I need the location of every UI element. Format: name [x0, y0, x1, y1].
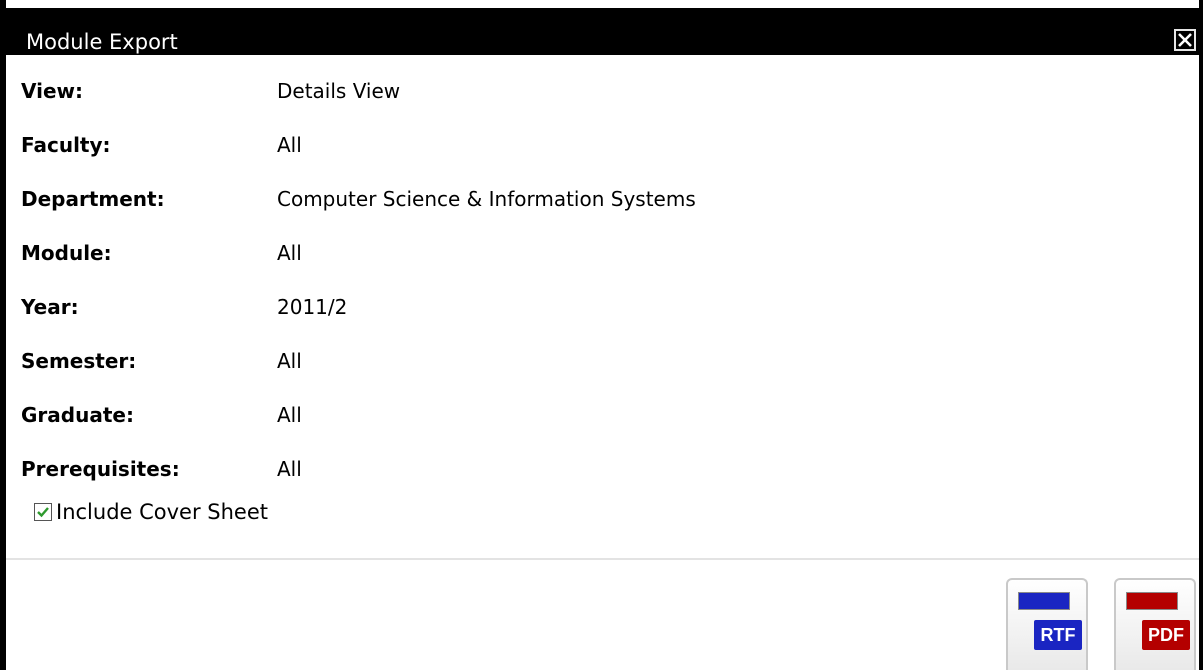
- title-bar-top-strip: [6, 0, 1199, 8]
- field-row-prerequisites: Prerequisites: All: [21, 442, 1121, 496]
- field-value: All: [277, 241, 302, 265]
- rtf-document-bar-icon: [1018, 592, 1070, 610]
- field-value: All: [277, 403, 302, 427]
- include-cover-sheet-option[interactable]: Include Cover Sheet: [34, 500, 268, 524]
- export-settings-list: View: Details View Faculty: All Departme…: [21, 64, 1121, 496]
- title-bar: Module Export: [6, 0, 1199, 55]
- field-label: Semester:: [21, 349, 137, 373]
- pdf-icon: PDF: [1142, 620, 1190, 650]
- export-pdf-button[interactable]: PDF: [1114, 578, 1196, 670]
- dialog-title: Module Export: [26, 30, 178, 54]
- field-label: Year:: [21, 295, 79, 319]
- close-button[interactable]: [1174, 29, 1196, 51]
- field-label: Faculty:: [21, 133, 111, 157]
- field-value: Computer Science & Information Systems: [277, 187, 696, 211]
- close-icon: [1178, 33, 1192, 47]
- field-row-department: Department: Computer Science & Informati…: [21, 172, 1121, 226]
- field-label: Module:: [21, 241, 112, 265]
- rtf-icon: RTF: [1034, 620, 1082, 650]
- field-row-year: Year: 2011/2: [21, 280, 1121, 334]
- field-value: All: [277, 133, 302, 157]
- field-row-graduate: Graduate: All: [21, 388, 1121, 442]
- field-value: All: [277, 457, 302, 481]
- field-label: Graduate:: [21, 403, 134, 427]
- field-value: All: [277, 349, 302, 373]
- field-label: Department:: [21, 187, 165, 211]
- field-row-faculty: Faculty: All: [21, 118, 1121, 172]
- divider: [6, 558, 1199, 560]
- field-label: View:: [21, 79, 84, 103]
- field-row-semester: Semester: All: [21, 334, 1121, 388]
- include-cover-sheet-checkbox[interactable]: [34, 503, 52, 521]
- export-rtf-button[interactable]: RTF: [1006, 578, 1088, 670]
- field-value: 2011/2: [277, 295, 348, 319]
- module-export-dialog: Module Export View: Details View Faculty…: [0, 0, 1203, 670]
- field-row-view: View: Details View: [21, 64, 1121, 118]
- include-cover-sheet-label[interactable]: Include Cover Sheet: [56, 500, 268, 524]
- checkmark-icon: [37, 507, 49, 518]
- field-row-module: Module: All: [21, 226, 1121, 280]
- field-label: Prerequisites:: [21, 457, 180, 481]
- pdf-document-bar-icon: [1126, 592, 1178, 610]
- field-value: Details View: [277, 79, 401, 103]
